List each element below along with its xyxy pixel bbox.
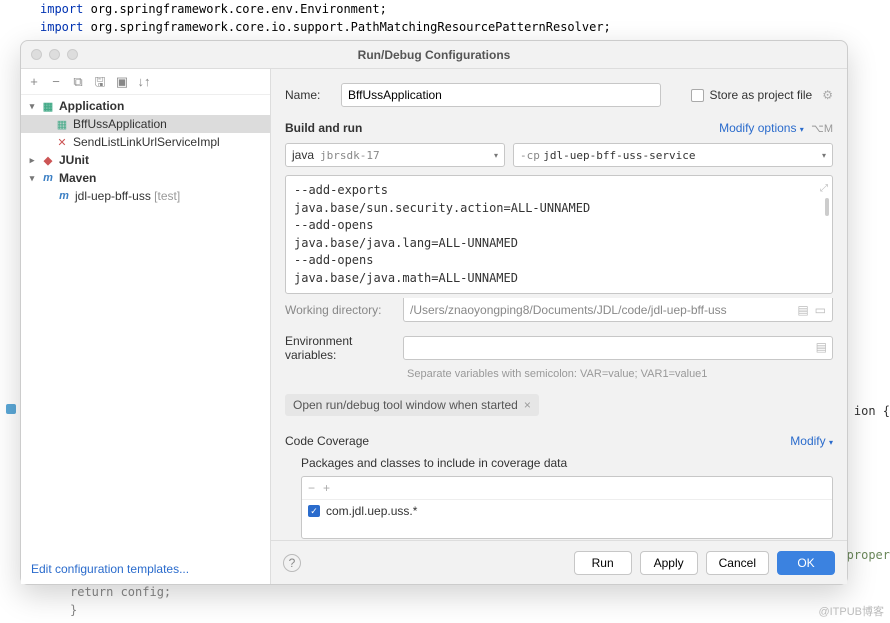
list-icon[interactable]: ▤ bbox=[816, 340, 827, 354]
minimize-window-icon[interactable] bbox=[49, 49, 60, 60]
tree-item-bffussapplication[interactable]: ▦ BffUssApplication bbox=[21, 115, 270, 133]
browse-icon[interactable]: ▭ bbox=[815, 303, 826, 317]
name-label: Name: bbox=[285, 88, 341, 102]
chevron-down-icon: ▾ bbox=[494, 151, 498, 160]
classpath-module-selector[interactable]: -cp jdl-uep-bff-uss-service ▾ bbox=[513, 143, 833, 167]
application-icon: ▦ bbox=[55, 118, 69, 131]
remove-icon[interactable]: − bbox=[49, 75, 63, 89]
import-keyword: import bbox=[40, 20, 83, 34]
vm-options-textarea[interactable]: ⤢--add-exports java.base/sun.security.ac… bbox=[285, 175, 833, 294]
titlebar: Run/Debug Configurations bbox=[21, 41, 847, 69]
tree-node-application[interactable]: ▾ ▦ Application bbox=[21, 97, 270, 115]
gear-icon[interactable]: ⚙ bbox=[822, 88, 833, 102]
working-directory-input[interactable]: /Users/znaoyongping8/Documents/JDL/code/… bbox=[403, 298, 833, 322]
scrollbar[interactable] bbox=[825, 198, 829, 216]
coverage-item[interactable]: ✓ com.jdl.uep.uss.* bbox=[302, 500, 832, 522]
chevron-right-icon: ▸ bbox=[27, 155, 37, 166]
truncated-code: ion { bbox=[854, 404, 890, 418]
sidebar-toolbar: + − ⧉ 🖫 ▣ ↓↑ bbox=[21, 69, 270, 95]
configurations-tree[interactable]: ▾ ▦ Application ▦ BffUssApplication ✕ Se… bbox=[21, 95, 270, 554]
chevron-down-icon: ▾ bbox=[27, 101, 37, 112]
copy-icon[interactable]: ⧉ bbox=[71, 75, 85, 89]
store-as-project-file-checkbox[interactable] bbox=[691, 89, 704, 102]
build-and-run-heading: Build and run bbox=[285, 121, 362, 135]
folder-icon[interactable]: ▣ bbox=[115, 75, 129, 89]
run-debug-configurations-dialog: Run/Debug Configurations + − ⧉ 🖫 ▣ ↓↑ ▾ … bbox=[20, 40, 848, 585]
import-keyword: import bbox=[40, 2, 83, 16]
add-icon[interactable]: + bbox=[27, 75, 41, 89]
watermark: @ITPUB博客 bbox=[818, 603, 884, 619]
dialog-footer: ? Run Apply Cancel OK bbox=[271, 540, 847, 584]
jre-selector[interactable]: java jbrsdk-17 ▾ bbox=[285, 143, 505, 167]
tree-item-sendlistlinkurlserviceimpl[interactable]: ✕ SendListLinkUrlServiceImpl bbox=[21, 133, 270, 151]
application-icon: ▦ bbox=[41, 100, 55, 113]
truncated-code: proper bbox=[847, 548, 890, 562]
chevron-down-icon: ▾ bbox=[27, 173, 37, 184]
name-input[interactable] bbox=[341, 83, 661, 107]
gutter-icon[interactable] bbox=[6, 404, 16, 414]
env-variables-input[interactable] bbox=[403, 336, 833, 360]
help-icon[interactable]: ? bbox=[283, 554, 301, 572]
code-coverage-heading: Code Coverage bbox=[285, 434, 369, 448]
save-icon[interactable]: 🖫 bbox=[93, 75, 107, 89]
coverage-include-table: − + ✓ com.jdl.uep.uss.* bbox=[301, 476, 833, 539]
tree-node-junit[interactable]: ▸ ◆ JUnit bbox=[21, 151, 270, 169]
option-chip-open-tool-window: Open run/debug tool window when started … bbox=[285, 394, 539, 416]
modify-options-link[interactable]: Modify options ▾ bbox=[719, 121, 804, 135]
expand-icon[interactable]: ⤢ bbox=[820, 180, 828, 198]
tree-item-maven-jdluepbffuss[interactable]: m jdl-uep-bff-uss [test] bbox=[21, 187, 270, 205]
maven-icon: m bbox=[57, 190, 71, 202]
remove-icon[interactable]: − bbox=[308, 481, 315, 495]
modify-coverage-link[interactable]: Modify ▾ bbox=[790, 434, 833, 448]
apply-button[interactable]: Apply bbox=[640, 551, 698, 575]
dialog-title: Run/Debug Configurations bbox=[21, 48, 847, 62]
junit-icon: ◆ bbox=[41, 154, 55, 167]
run-button[interactable]: Run bbox=[574, 551, 632, 575]
checkbox-checked-icon[interactable]: ✓ bbox=[308, 505, 320, 517]
close-window-icon[interactable] bbox=[31, 49, 42, 60]
ok-button[interactable]: OK bbox=[777, 551, 835, 575]
inline-variables-icon[interactable]: ▤ bbox=[797, 303, 808, 317]
modify-options-shortcut: ⌥M bbox=[811, 123, 833, 135]
edit-configuration-templates-link[interactable]: Edit configuration templates... bbox=[31, 562, 189, 576]
remove-option-icon[interactable]: × bbox=[524, 398, 531, 412]
coverage-subheading: Packages and classes to include in cover… bbox=[301, 456, 833, 470]
working-directory-label: Working directory: bbox=[285, 303, 403, 317]
env-hint: Separate variables with semicolon: VAR=v… bbox=[407, 368, 833, 380]
import-package: org.springframework.core.io.support.Path… bbox=[91, 20, 611, 34]
store-as-project-file-label: Store as project file bbox=[710, 88, 813, 102]
import-package: org.springframework.core.env.Environment… bbox=[91, 2, 387, 16]
tree-node-maven[interactable]: ▾ m Maven bbox=[21, 169, 270, 187]
maximize-window-icon[interactable] bbox=[67, 49, 78, 60]
sort-icon[interactable]: ↓↑ bbox=[137, 75, 151, 89]
configurations-sidebar: + − ⧉ 🖫 ▣ ↓↑ ▾ ▦ Application ▦ BffUssApp… bbox=[21, 69, 271, 584]
chevron-down-icon: ▾ bbox=[822, 151, 826, 160]
add-icon[interactable]: + bbox=[323, 481, 330, 495]
error-overlay-icon: ✕ bbox=[55, 136, 69, 149]
code-line: return config; bbox=[70, 583, 171, 601]
cancel-button[interactable]: Cancel bbox=[706, 551, 769, 575]
env-variables-label: Environment variables: bbox=[285, 334, 403, 362]
code-line: } bbox=[70, 601, 171, 619]
maven-icon: m bbox=[41, 172, 55, 184]
